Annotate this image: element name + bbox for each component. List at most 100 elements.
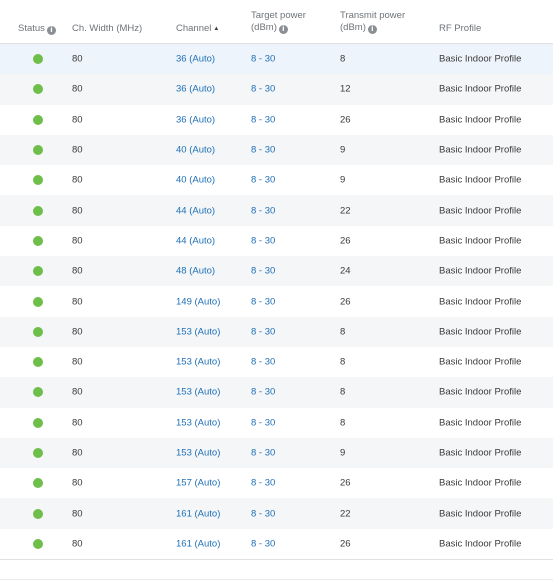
table-row[interactable]: 80 157 (Auto) 8 - 30 26 Basic Indoor Profile (0, 468, 553, 498)
channel-link[interactable]: 48 (Auto) (176, 266, 215, 277)
status-online-icon (33, 175, 43, 186)
header-transmit-power-label: Transmit power (340, 10, 406, 21)
header-rf-profile-label: RF Profile (439, 23, 482, 34)
target-power-link[interactable]: 8 - 30 (251, 387, 275, 398)
table-row[interactable]: 80 153 (Auto) 8 - 30 8 Basic Indoor Profile (0, 347, 553, 377)
header-channel[interactable]: Channel ▲ (176, 23, 219, 35)
channel-link[interactable]: 161 (Auto) (176, 538, 220, 549)
transmit-power-cell: 8 (340, 356, 346, 368)
channel-link[interactable]: 153 (Auto) (176, 387, 220, 398)
table-row[interactable]: 80 161 (Auto) 8 - 30 26 Basic Indoor Profile (0, 529, 553, 559)
channel-width-cell: 80 (72, 235, 83, 247)
channel-link[interactable]: 40 (Auto) (176, 175, 215, 186)
status-cell (33, 266, 43, 277)
channel-link[interactable]: 44 (Auto) (176, 235, 215, 246)
target-power-link[interactable]: 8 - 30 (251, 478, 275, 489)
target-power-link[interactable]: 8 - 30 (251, 296, 275, 307)
status-cell (33, 448, 43, 458)
status-online-icon (33, 357, 43, 368)
channel-link[interactable]: 36 (Auto) (176, 84, 215, 95)
channel-link[interactable]: 40 (Auto) (176, 145, 215, 156)
info-icon[interactable]: i (367, 25, 377, 34)
rf-profile-cell: Basic Indoor Profile (439, 386, 522, 398)
radio-table: Status i Ch. Width (MHz) Channel ▲ Target … (0, 0, 553, 559)
channel-width-cell: 80 (72, 477, 83, 489)
channel-width-cell: 80 (72, 386, 83, 398)
channel-link[interactable]: 36 (Auto) (176, 54, 215, 65)
channel-link[interactable]: 36 (Auto) (176, 114, 215, 125)
transmit-power-cell: 24 (340, 265, 351, 277)
table-row[interactable]: 80 149 (Auto) 8 - 30 26 Basic Indoor Profile (0, 286, 553, 316)
status-online-icon (33, 387, 43, 398)
rf-profile-cell: Basic Indoor Profile (439, 235, 522, 247)
table-row[interactable]: 80 153 (Auto) 8 - 30 8 Basic Indoor Profile (0, 377, 553, 408)
status-online-icon (33, 326, 43, 337)
status-cell (33, 326, 43, 337)
table-row[interactable]: 80 40 (Auto) 8 - 30 9 Basic Indoor Profile (0, 134, 553, 166)
status-online-icon (33, 114, 43, 125)
target-power-link[interactable]: 8 - 30 (251, 357, 275, 368)
status-online-icon (33, 205, 43, 216)
transmit-power-cell: 22 (340, 205, 351, 217)
target-power-link[interactable]: 8 - 30 (251, 84, 275, 95)
target-power-link[interactable]: 8 - 30 (251, 54, 275, 65)
table-row[interactable]: 80 153 (Auto) 8 - 30 8 Basic Indoor Profile (0, 316, 553, 347)
status-cell (33, 235, 43, 246)
info-icon[interactable]: i (46, 26, 56, 35)
channel-link[interactable]: 157 (Auto) (176, 478, 220, 489)
table-row[interactable]: 80 36 (Auto) 8 - 30 26 Basic Indoor Profile (0, 105, 553, 135)
target-power-link[interactable]: 8 - 30 (251, 205, 275, 216)
transmit-power-cell: 8 (340, 386, 346, 398)
transmit-power-cell: 26 (340, 235, 351, 247)
target-power-link[interactable]: 8 - 30 (251, 508, 275, 519)
channel-link[interactable]: 153 (Auto) (176, 417, 220, 428)
status-online-icon (33, 235, 43, 246)
target-power-link[interactable]: 8 - 30 (251, 266, 275, 277)
target-power-link[interactable]: 8 - 30 (251, 417, 275, 428)
transmit-power-cell: 26 (340, 477, 351, 489)
status-cell (33, 114, 43, 125)
channel-link[interactable]: 149 (Auto) (176, 296, 220, 307)
rf-profile-cell: Basic Indoor Profile (439, 83, 522, 95)
table-row[interactable]: 80 44 (Auto) 8 - 30 26 Basic Indoor Profile (0, 226, 553, 256)
table-row[interactable]: 80 44 (Auto) 8 - 30 22 Basic Indoor Profile (0, 195, 553, 226)
channel-link[interactable]: 161 (Auto) (176, 508, 220, 519)
channel-width-cell: 80 (72, 53, 83, 65)
target-power-link[interactable]: 8 - 30 (251, 326, 275, 337)
header-status[interactable]: Status i (18, 23, 56, 35)
channel-link[interactable]: 153 (Auto) (176, 357, 220, 368)
table-row[interactable]: 80 48 (Auto) 8 - 30 24 Basic Indoor Profile (0, 256, 553, 287)
header-ch-width[interactable]: Ch. Width (MHz) (72, 23, 142, 35)
header-rf-profile[interactable]: RF Profile (439, 23, 481, 35)
channel-link[interactable]: 153 (Auto) (176, 448, 220, 459)
target-power-link[interactable]: 8 - 30 (251, 145, 275, 156)
channel-link[interactable]: 153 (Auto) (176, 326, 220, 337)
table-row[interactable]: 80 36 (Auto) 8 - 30 8 Basic Indoor Profile (0, 44, 553, 75)
rf-profile-cell: Basic Indoor Profile (439, 356, 522, 368)
target-power-link[interactable]: 8 - 30 (251, 448, 275, 459)
channel-width-cell: 80 (72, 296, 83, 308)
status-cell (33, 478, 43, 489)
table-row[interactable]: 80 161 (Auto) 8 - 30 22 Basic Indoor Profile (0, 498, 553, 529)
channel-width-cell: 80 (72, 144, 83, 156)
table-row[interactable]: 80 36 (Auto) 8 - 30 12 Basic Indoor Profile (0, 74, 553, 105)
header-target-power[interactable]: Target power (dBm) i (251, 10, 306, 34)
transmit-power-cell: 22 (340, 508, 351, 520)
target-power-link[interactable]: 8 - 30 (251, 114, 275, 125)
table-row[interactable]: 80 153 (Auto) 8 - 30 8 Basic Indoor Profile (0, 408, 553, 438)
info-icon[interactable]: i (278, 25, 288, 34)
rf-profile-cell: Basic Indoor Profile (439, 174, 522, 186)
header-transmit-power[interactable]: Transmit power (dBm) i (340, 10, 405, 34)
status-online-icon (33, 145, 43, 156)
transmit-power-cell: 8 (340, 326, 346, 338)
target-power-link[interactable]: 8 - 30 (251, 538, 275, 549)
status-online-icon (33, 296, 43, 307)
rf-profile-cell: Basic Indoor Profile (439, 417, 522, 429)
target-power-link[interactable]: 8 - 30 (251, 235, 275, 246)
table-row[interactable]: 80 153 (Auto) 8 - 30 9 Basic Indoor Profile (0, 437, 553, 469)
target-power-link[interactable]: 8 - 30 (251, 175, 275, 186)
status-online-icon (33, 266, 43, 277)
header-target-power-label: Target power (251, 10, 306, 21)
channel-link[interactable]: 44 (Auto) (176, 205, 215, 216)
table-row[interactable]: 80 40 (Auto) 8 - 30 9 Basic Indoor Profile (0, 165, 553, 195)
